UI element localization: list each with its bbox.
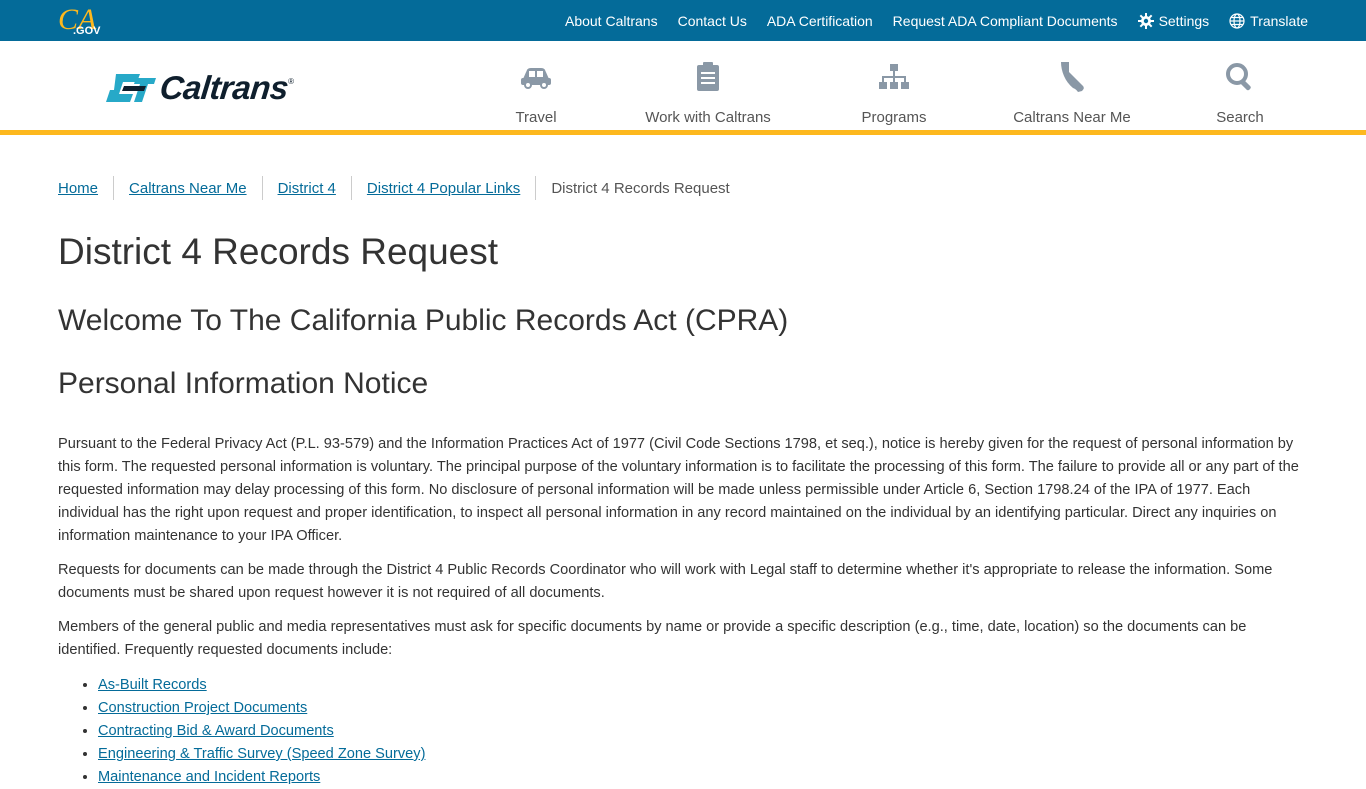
contact-us-link[interactable]: Contact Us xyxy=(678,13,747,29)
caltrans-wordmark: Caltrans xyxy=(158,69,291,106)
breadcrumb-divider xyxy=(261,176,263,200)
records-coordinator-paragraph: Requests for documents can be made throu… xyxy=(58,562,1273,601)
page-title: District 4 Records Request xyxy=(58,231,499,272)
as-built-records-link[interactable]: As-Built Records xyxy=(98,677,207,693)
breadcrumb-caltrans-near-me[interactable]: Caltrans Near Me xyxy=(129,180,247,197)
request-ada-documents-link[interactable]: Request ADA Compliant Documents xyxy=(893,13,1118,29)
frequently-requested-list: As-Built Records Construction Project Do… xyxy=(58,674,1308,789)
list-item: As-Built Records xyxy=(98,674,1308,697)
org-chart-icon xyxy=(877,61,911,93)
search-icon xyxy=(1223,61,1257,93)
maintenance-incident-reports-link[interactable]: Maintenance and Incident Reports xyxy=(98,769,320,785)
nav-programs[interactable]: Programs xyxy=(846,41,942,135)
contracting-bid-award-link[interactable]: Contracting Bid & Award Documents xyxy=(98,723,334,739)
breadcrumb-district-4-popular-links[interactable]: District 4 Popular Links xyxy=(367,180,520,197)
settings-button[interactable]: Settings xyxy=(1137,12,1210,29)
specific-documents-paragraph: Members of the general public and media … xyxy=(58,619,1247,658)
caltrans-mark-icon xyxy=(106,74,156,102)
welcome-heading: Welcome To The California Public Records… xyxy=(58,304,789,337)
personal-info-heading: Personal Information Notice xyxy=(58,367,429,400)
breadcrumb-current: District 4 Records Request xyxy=(551,179,730,197)
privacy-notice-paragraph: Pursuant to the Federal Privacy Act (P.L… xyxy=(58,436,1299,544)
car-icon xyxy=(519,61,553,93)
utility-bar: CA .GOV About Caltrans Contact Us ADA Ce… xyxy=(0,0,1366,41)
nav-caltrans-near-me[interactable]: Caltrans Near Me xyxy=(1006,41,1138,135)
breadcrumb-divider xyxy=(535,176,537,200)
list-item: Engineering & Traffic Survey (Speed Zone… xyxy=(98,743,1308,766)
breadcrumb-home[interactable]: Home xyxy=(58,180,98,197)
nav-programs-label: Programs xyxy=(861,109,927,126)
caltrans-logo[interactable]: Caltrans ® xyxy=(106,69,312,106)
svg-text:.GOV: .GOV xyxy=(73,25,101,36)
nav-travel[interactable]: Travel xyxy=(496,41,576,135)
nav-near-me-label: Caltrans Near Me xyxy=(1013,109,1131,126)
construction-project-documents-link[interactable]: Construction Project Documents xyxy=(98,700,307,716)
about-caltrans-link[interactable]: About Caltrans xyxy=(565,13,658,29)
list-item: Contracting Bid & Award Documents xyxy=(98,720,1308,743)
nav-travel-label: Travel xyxy=(515,109,557,126)
translate-label: Translate xyxy=(1250,12,1308,29)
settings-label: Settings xyxy=(1158,12,1210,29)
breadcrumb-divider xyxy=(113,176,115,200)
breadcrumb: Home Caltrans Near Me District 4 Distric… xyxy=(58,176,730,200)
list-item: Construction Project Documents xyxy=(98,697,1308,720)
utility-links: About Caltrans Contact Us ADA Certificat… xyxy=(545,0,1308,41)
list-item: Maintenance and Incident Reports xyxy=(98,766,1308,789)
ada-certification-link[interactable]: ADA Certification xyxy=(767,13,873,29)
nav-search[interactable]: Search xyxy=(1204,41,1276,135)
nav-search-label: Search xyxy=(1216,109,1264,126)
breadcrumb-district-4[interactable]: District 4 xyxy=(278,180,336,197)
ca-gov-logo[interactable]: CA .GOV xyxy=(58,4,106,36)
engineering-traffic-survey-link[interactable]: Engineering & Traffic Survey (Speed Zone… xyxy=(98,746,425,762)
nav-work-label: Work with Caltrans xyxy=(645,109,771,126)
nav-work-with-caltrans[interactable]: Work with Caltrans xyxy=(630,41,786,135)
gear-icon xyxy=(1137,12,1154,29)
site-header: Caltrans ® Travel Work with Caltrans Pro… xyxy=(0,41,1366,135)
main-content: District 4 Records Request Welcome To Th… xyxy=(58,226,1308,789)
california-map-icon xyxy=(1055,61,1089,93)
clipboard-icon xyxy=(691,61,725,93)
translate-button[interactable]: Translate xyxy=(1229,13,1308,29)
breadcrumb-divider xyxy=(350,176,352,200)
globe-icon xyxy=(1229,12,1245,29)
